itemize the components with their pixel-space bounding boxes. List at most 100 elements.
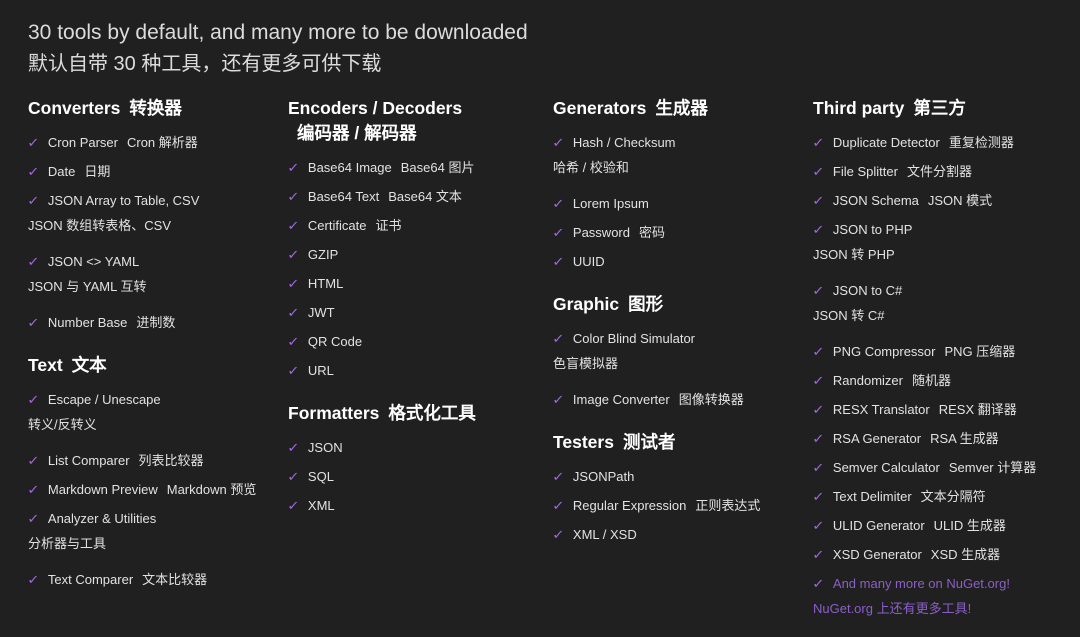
- tool-item-image-converter: ✓Image Converter图像转换器: [553, 387, 801, 412]
- tool-name-zh: 证书: [375, 218, 401, 233]
- tool-item-jwt: ✓JWT: [288, 300, 541, 325]
- tool-item-json-to-c: ✓JSON to C#JSON 转 C#: [813, 278, 1052, 328]
- tool-name-en: JSON to PHP: [833, 222, 912, 237]
- tool-name-en: RSA Generator: [833, 431, 921, 446]
- check-icon: ✓: [812, 571, 825, 596]
- tool-item-analyzer-utilities: ✓Analyzer & Utilities分析器与工具: [28, 506, 276, 556]
- tool-item-text-comparer: ✓Text Comparer文本比较器: [28, 567, 276, 592]
- tool-name-zh[interactable]: NuGet.org 上还有更多工具!: [813, 601, 971, 616]
- tool-name-en: XSD Generator: [833, 547, 922, 562]
- tool-name-en: Base64 Image: [308, 160, 392, 175]
- check-icon: ✓: [812, 513, 825, 538]
- section-title-en: Generators: [553, 98, 646, 118]
- check-icon: ✓: [287, 242, 300, 267]
- tool-name-en: JSON <> YAML: [48, 254, 139, 269]
- check-icon: ✓: [812, 542, 825, 567]
- tool-name-zh: 正则表达式: [695, 498, 760, 513]
- tool-item-gzip: ✓GZIP: [288, 242, 541, 267]
- tool-item-randomizer: ✓Randomizer随机器: [813, 368, 1052, 393]
- check-icon: ✓: [287, 213, 300, 238]
- tool-item-json-array-to-table-csv: ✓JSON Array to Table, CSVJSON 数组转表格、CSV: [28, 188, 276, 238]
- check-icon: ✓: [287, 300, 300, 325]
- tool-item-xml: ✓XML: [288, 493, 541, 518]
- tool-item-base64-text: ✓Base64 TextBase64 文本: [288, 184, 541, 209]
- section-title-zh: 文本: [72, 355, 107, 375]
- check-icon: ✓: [287, 464, 300, 489]
- section-title-zh: 生成器: [655, 98, 708, 118]
- check-icon: ✓: [812, 426, 825, 451]
- check-icon: ✓: [27, 130, 40, 155]
- tool-item-file-splitter: ✓File Splitter文件分割器: [813, 159, 1052, 184]
- tool-name-en: JSONPath: [573, 469, 634, 484]
- page-header: 30 tools by default, and many more to be…: [28, 17, 1064, 81]
- tool-item-cron-parser: ✓ Cron Parser Cron 解析器: [28, 130, 276, 155]
- tool-name-en: JSON Schema: [833, 193, 919, 208]
- tool-name-zh: Semver 计算器: [949, 460, 1036, 475]
- tool-item-json-to-php: ✓JSON to PHPJSON 转 PHP: [813, 217, 1052, 267]
- check-icon: ✓: [552, 387, 565, 412]
- tool-item-json: ✓JSON: [288, 435, 541, 460]
- check-icon: ✓: [552, 191, 565, 216]
- tool-name-zh: 文本比较器: [142, 572, 207, 587]
- section-generators: Generators生成器✓Hash / Checksum哈希 / 校验和✓Lo…: [553, 96, 801, 274]
- tool-name-zh: ULID 生成器: [934, 518, 1006, 533]
- tool-name-zh: XSD 生成器: [931, 547, 1000, 562]
- section-text: Text文本✓Escape / Unescape转义/反转义✓List Comp…: [28, 353, 276, 592]
- tool-item-regular-expression: ✓Regular Expression正则表达式: [553, 493, 801, 518]
- check-icon: ✓: [27, 567, 40, 592]
- tool-name-zh: JSON 与 YAML 互转: [28, 279, 146, 294]
- tool-name-zh: 文本分隔符: [921, 489, 986, 504]
- check-icon: ✓: [287, 435, 300, 460]
- tool-item-json-yaml: ✓JSON <> YAMLJSON 与 YAML 互转: [28, 249, 276, 299]
- tool-name-en[interactable]: And many more on NuGet.org!: [833, 576, 1010, 591]
- tools-column-2: Encoders / Decoders编码器 / 解码器✓Base64 Imag…: [288, 96, 553, 632]
- tool-item-base64-image: ✓Base64 ImageBase64 图片: [288, 155, 541, 180]
- check-icon: ✓: [27, 310, 40, 335]
- check-icon: ✓: [812, 484, 825, 509]
- section-graphic: Graphic图形✓Color Blind Simulator色盲模拟器✓Ima…: [553, 292, 801, 412]
- tool-item-rsa-generator: ✓ RSA Generator RSA 生成器: [813, 426, 1052, 451]
- tool-item-and-many-more-on-nuget-org[interactable]: ✓ And many more on NuGet.org! NuGet.org 上还…: [813, 571, 1052, 621]
- check-icon: ✓: [287, 155, 300, 180]
- check-icon: ✓: [552, 249, 565, 274]
- tool-item-qr-code: ✓ QR Code: [288, 329, 541, 354]
- check-icon: ✓: [287, 271, 300, 296]
- tool-item-resx-translator: ✓RESX TranslatorRESX 翻译器: [813, 397, 1052, 422]
- tool-name-zh: JSON 模式: [928, 193, 992, 208]
- section-title: Formatters 格式化工具: [288, 401, 541, 426]
- tool-item-number-base: ✓Number Base进制数: [28, 310, 276, 335]
- check-icon: ✓: [27, 387, 40, 412]
- tools-column-3: Generators生成器✓Hash / Checksum哈希 / 校验和✓Lo…: [553, 96, 813, 632]
- tool-name-en: HTML: [308, 276, 343, 291]
- tool-item-password: ✓Password密码: [553, 220, 801, 245]
- tool-name-zh: 进制数: [136, 315, 175, 330]
- check-icon: ✓: [812, 217, 825, 242]
- tool-name-zh: RSA 生成器: [930, 431, 999, 446]
- tool-name-en: Base64 Text: [308, 189, 379, 204]
- section-title-zh: 格式化工具: [388, 403, 476, 423]
- tool-name-zh: Cron 解析器: [127, 135, 198, 150]
- check-icon: ✓: [812, 455, 825, 480]
- tool-name-en: Analyzer & Utilities: [48, 511, 156, 526]
- tool-name-zh: 分析器与工具: [28, 536, 106, 551]
- tool-name-en: QR Code: [308, 334, 362, 349]
- section-title-zh: 转换器: [129, 98, 182, 118]
- tool-name-en: SQL: [308, 469, 334, 484]
- tool-name-zh: Base64 文本: [388, 189, 462, 204]
- section-title-zh: 第三方: [913, 98, 966, 118]
- tool-name-en: Cron Parser: [48, 135, 118, 150]
- check-icon: ✓: [287, 329, 300, 354]
- tool-item-xsd-generator: ✓ XSD Generator XSD 生成器: [813, 542, 1052, 567]
- section-title-en: Formatters: [288, 403, 379, 423]
- tool-name-en: XML / XSD: [573, 527, 637, 542]
- tool-name-zh: 密码: [639, 225, 665, 240]
- tool-name-zh: 哈希 / 校验和: [553, 160, 629, 175]
- tool-name-en: Text Delimiter: [833, 489, 912, 504]
- tool-name-zh: 图像转换器: [679, 392, 744, 407]
- tool-name-zh: 重复检测器: [949, 135, 1014, 150]
- tool-item-duplicate-detector: ✓Duplicate Detector重复检测器: [813, 130, 1052, 155]
- tool-name-zh: JSON 数组转表格、CSV: [28, 218, 171, 233]
- tool-name-zh: 色盲模拟器: [553, 356, 618, 371]
- check-icon: ✓: [287, 358, 300, 383]
- check-icon: ✓: [552, 493, 565, 518]
